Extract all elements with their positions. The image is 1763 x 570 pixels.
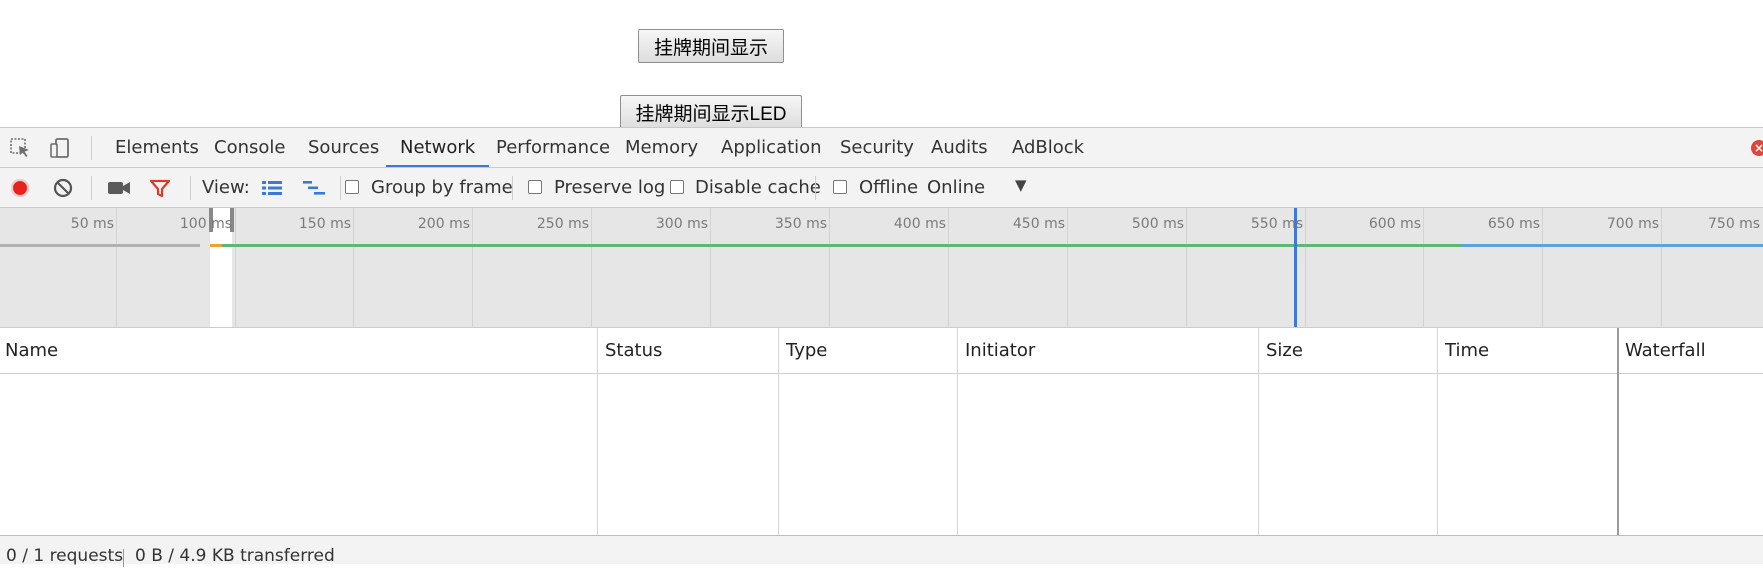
tabbar-separator [91,136,92,160]
tab-memory[interactable]: Memory [625,128,698,167]
show-during-listing-led-button[interactable]: 挂牌期间显示LED [620,95,802,127]
clear-icon[interactable] [53,178,73,198]
column-header-size[interactable]: Size [1261,328,1303,373]
disable-cache-label[interactable]: Disable cache [695,168,821,207]
offline-label[interactable]: Offline [859,168,918,207]
network-summary-bar: 0 / 1 requests 0 B / 4.9 KB transferred [0,536,1763,567]
column-header-waterfall[interactable]: Waterfall [1620,328,1706,373]
overview-tick: 700 ms [1606,216,1659,232]
waterfall-overview-icon[interactable] [302,180,326,196]
overview-tick: 400 ms [893,216,946,232]
group-by-frame-label[interactable]: Group by frame [371,168,513,207]
transferred-size: 0 B / 4.9 KB transferred [135,546,335,566]
overview-tick: 600 ms [1368,216,1421,232]
overview-tick: 450 ms [1012,216,1065,232]
column-header-type[interactable]: Type [781,328,827,373]
preserve-log-checkbox[interactable] [528,180,542,194]
overview-tick: 750 ms [1708,216,1761,232]
tab-audits[interactable]: Audits [931,128,988,167]
disable-cache-checkbox[interactable] [670,180,684,194]
tab-performance[interactable]: Performance [496,128,610,167]
capture-screenshots-icon[interactable] [107,180,131,196]
column-header-initiator[interactable]: Initiator [960,328,1035,373]
overview-tick: 100 ms [179,216,232,232]
throttling-select[interactable]: Online [927,168,985,207]
overview-tick: 350 ms [774,216,827,232]
table-header: Name Status Type Initiator Size Time Wat… [0,328,1763,374]
column-divider[interactable] [957,328,958,536]
column-divider[interactable] [1617,328,1619,536]
column-divider[interactable] [1437,328,1438,536]
overview-tick: 500 ms [1131,216,1184,232]
devtools-panel: Elements Console Sources Network Perform… [0,127,1763,567]
column-divider[interactable] [597,328,598,536]
toolbar-separator [91,176,92,200]
summary-divider [123,549,124,567]
requests-table: Name Status Type Initiator Size Time Wat… [0,328,1763,536]
overview-tick: 650 ms [1487,216,1540,232]
requests-count: 0 / 1 requests [6,546,124,566]
toolbar-separator [815,176,816,200]
column-header-status[interactable]: Status [600,328,662,373]
view-label: View: [202,177,250,198]
column-divider[interactable] [1258,328,1259,536]
tab-elements[interactable]: Elements [115,128,199,167]
filter-icon[interactable] [149,178,171,198]
preserve-log-label[interactable]: Preserve log [554,168,665,207]
inspect-element-icon[interactable] [10,138,32,158]
overview-tick: 550 ms [1250,216,1303,232]
tab-sources[interactable]: Sources [308,128,379,167]
offline-checkbox[interactable] [833,180,847,194]
toolbar-separator [340,176,341,200]
tab-application[interactable]: Application [721,128,822,167]
overview-tick: 300 ms [655,216,708,232]
close-icon[interactable]: × [1751,140,1763,156]
overview-tick: 50 ms [70,216,114,232]
network-overview[interactable]: 50 ms 100 ms 150 ms 200 ms 250 ms 300 ms… [0,208,1763,328]
column-divider[interactable] [778,328,779,536]
tab-console[interactable]: Console [214,128,285,167]
column-header-time[interactable]: Time [1440,328,1489,373]
overview-tick: 200 ms [417,216,470,232]
large-rows-icon[interactable] [261,180,283,196]
page-content: 挂牌期间显示 挂牌期间显示LED [0,0,1763,127]
network-toolbar: View: Group by frame Preserve log Disabl… [0,168,1763,208]
tab-adblock[interactable]: AdBlock [1012,128,1084,167]
tab-network[interactable]: Network [386,128,490,167]
dropdown-arrow-icon[interactable]: ▼ [1015,176,1027,194]
show-during-listing-button[interactable]: 挂牌期间显示 [638,29,784,63]
record-icon[interactable] [11,179,29,197]
tab-security[interactable]: Security [840,128,914,167]
group-by-frame-checkbox[interactable] [345,180,359,194]
toolbar-separator [190,176,191,200]
column-header-name[interactable]: Name [0,328,58,373]
overview-tick: 150 ms [298,216,351,232]
devtools-tabbar: Elements Console Sources Network Perform… [0,128,1763,168]
overview-tick: 250 ms [536,216,589,232]
toolbar-separator [512,176,513,200]
device-toolbar-icon[interactable] [50,138,72,158]
